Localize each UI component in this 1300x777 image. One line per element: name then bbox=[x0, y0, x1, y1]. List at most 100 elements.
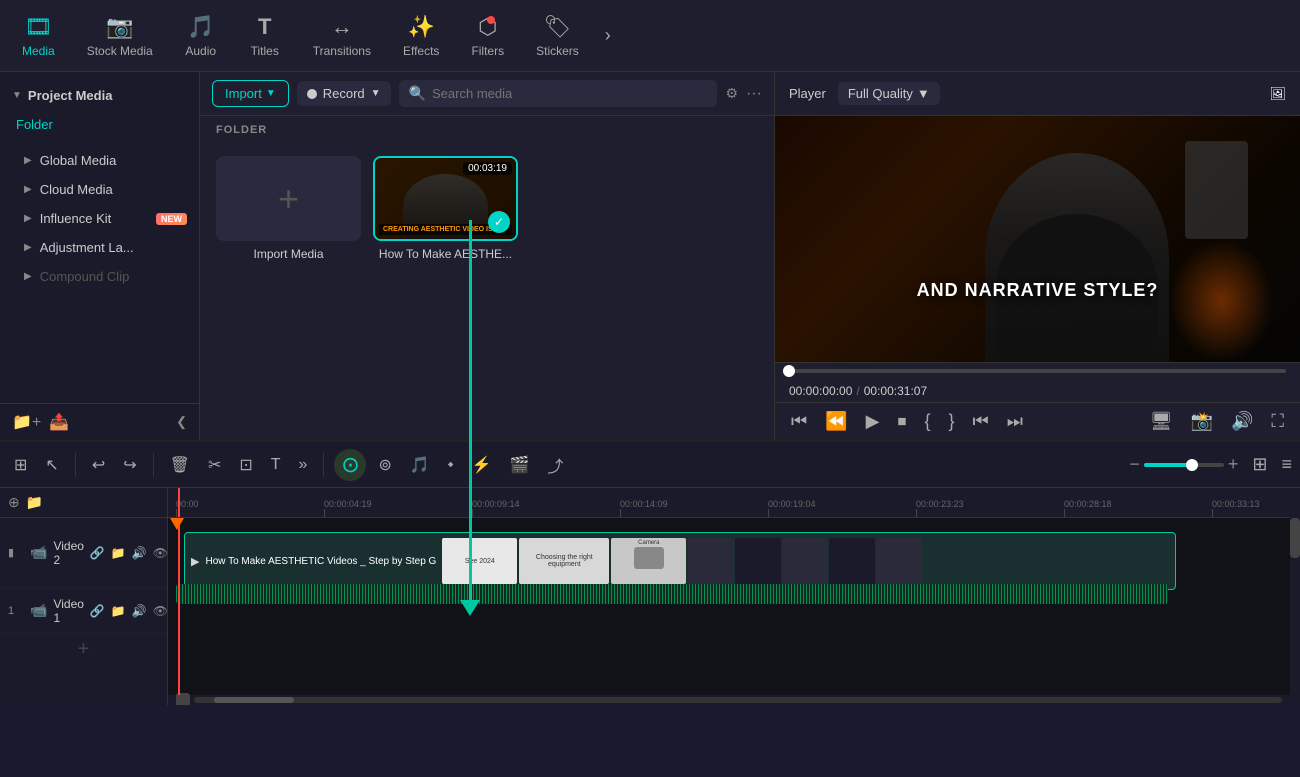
grid-view-button[interactable]: ⊞ bbox=[1252, 454, 1267, 475]
monitor-button[interactable]: 🖥 bbox=[1148, 409, 1175, 434]
volume-button[interactable]: 🔊 bbox=[1229, 409, 1255, 434]
delete-button[interactable]: 🗑 bbox=[164, 451, 196, 479]
bracket-left-button[interactable]: { bbox=[922, 409, 932, 434]
more-options-icon[interactable]: ··· bbox=[746, 85, 762, 103]
undo-button[interactable]: ↩ bbox=[86, 451, 111, 479]
dark-frame-2 bbox=[735, 538, 781, 584]
progress-bar[interactable] bbox=[789, 369, 1286, 373]
player-screenshot-icon[interactable]: 🖼 bbox=[1269, 86, 1286, 102]
collapse-sidebar-button[interactable]: ❮ bbox=[176, 414, 187, 430]
track-link-button[interactable]: 🔗 bbox=[90, 546, 105, 560]
video-clip-2[interactable]: ▶ How To Make AESTHETIC Videos _ Step by… bbox=[184, 532, 1176, 590]
marker-button[interactable]: ⬩ bbox=[442, 452, 460, 478]
add-track-area[interactable]: + bbox=[0, 634, 167, 664]
stop-button[interactable]: ⏹ bbox=[895, 409, 908, 434]
sidebar-item-adjustment-layer[interactable]: ▶ Adjustment La... bbox=[0, 233, 199, 262]
crop-button[interactable]: ⊡ bbox=[233, 451, 258, 479]
stickers-icon: 🏷 bbox=[543, 14, 571, 40]
zoom-slider[interactable] bbox=[1144, 463, 1224, 467]
bottom-scroll-thumb[interactable] bbox=[214, 697, 294, 703]
audio-wave bbox=[176, 584, 1168, 604]
audio-button[interactable]: 🎵 bbox=[404, 451, 436, 479]
toolbar-audio[interactable]: 🎵 Audio bbox=[171, 8, 231, 64]
bracket-right-button[interactable]: } bbox=[946, 409, 956, 434]
top-toolbar: 🎞 Media 📷 Stock Media 🎵 Audio T Titles ↔… bbox=[0, 0, 1300, 72]
track-mute-button[interactable]: 🔊 bbox=[132, 546, 147, 560]
track-mute-button[interactable]: 🔊 bbox=[132, 604, 147, 618]
list-view-button[interactable]: ≡ bbox=[1281, 454, 1292, 475]
frame-2: Choosing the right equipment bbox=[519, 538, 609, 584]
play-button[interactable]: ▶ bbox=[864, 409, 882, 434]
sidebar-item-influence-kit[interactable]: ▶ Influence Kit NEW bbox=[0, 204, 199, 233]
toolbar-filters[interactable]: ⬡ Filters bbox=[457, 8, 518, 64]
clip-button[interactable]: 🎬 bbox=[503, 451, 535, 479]
export-button[interactable]: ⤴ bbox=[541, 449, 569, 481]
sidebar-item-cloud-media[interactable]: ▶ Cloud Media bbox=[0, 175, 199, 204]
clip-frames: See 2024 Choosing the right equipment Ca… bbox=[442, 538, 1175, 584]
time-display-bar: 00:00:00:00 / 00:00:31:07 bbox=[775, 379, 1300, 402]
toolbar-effects[interactable]: ✨ Effects bbox=[389, 8, 453, 64]
text-button[interactable]: T bbox=[265, 452, 287, 478]
player-panel: Player Full Quality ▼ 🖼 bbox=[775, 72, 1300, 440]
audio-waveform-track[interactable] bbox=[176, 584, 1168, 604]
zoom-in-button[interactable]: + bbox=[1228, 454, 1239, 475]
search-box[interactable]: 🔍 bbox=[399, 80, 718, 107]
audio-track-area bbox=[168, 584, 1290, 608]
split-view-button[interactable]: ⊞ bbox=[8, 451, 33, 479]
sidebar-item-compound-clip[interactable]: ▶ Compound Clip bbox=[0, 262, 199, 291]
search-input[interactable] bbox=[432, 86, 707, 101]
track-folder-button[interactable]: 📁 bbox=[111, 604, 126, 618]
track-link-button[interactable]: 🔗 bbox=[90, 604, 105, 618]
add-folder-button[interactable]: 📁+ bbox=[12, 412, 41, 432]
quality-select[interactable]: Full Quality ▼ bbox=[838, 82, 940, 105]
track-eye-button[interactable]: 👁 bbox=[153, 604, 168, 618]
bottom-scroll-track[interactable] bbox=[194, 697, 1282, 703]
track-eye-button[interactable]: 👁 bbox=[153, 546, 168, 560]
ripple-button[interactable]: ⊚ bbox=[372, 451, 397, 479]
toolbar-stock-media[interactable]: 📷 Stock Media bbox=[73, 8, 167, 64]
progress-handle[interactable] bbox=[783, 365, 795, 377]
zoom-out-button[interactable]: − bbox=[1129, 454, 1140, 475]
toolbar-stickers[interactable]: 🏷 Stickers bbox=[522, 8, 593, 64]
left-marker[interactable] bbox=[170, 518, 184, 530]
next-marker-button[interactable]: ⏭ bbox=[1005, 409, 1025, 434]
import-media-thumb[interactable]: + bbox=[216, 156, 361, 241]
filter-icon[interactable]: ⚙ bbox=[725, 85, 738, 102]
scrollbar-thumb[interactable] bbox=[1290, 518, 1300, 558]
toolbar-more-button[interactable]: › bbox=[597, 25, 619, 46]
media-toolbar: Import ▼ Record ▼ 🔍 ⚙ ··· bbox=[200, 72, 774, 116]
toolbar-media[interactable]: 🎞 Media bbox=[8, 8, 69, 64]
video-media-label: How To Make AESTHE... bbox=[379, 247, 512, 261]
add-track-button[interactable]: ⊕ bbox=[8, 494, 20, 511]
more-tools-button[interactable]: » bbox=[293, 452, 314, 478]
vertical-scrollbar[interactable] bbox=[1290, 488, 1300, 705]
track-options-button[interactable]: 📁 bbox=[26, 494, 43, 511]
folder-out-button[interactable]: 📤 bbox=[49, 412, 69, 432]
special-tool-button[interactable]: ⊙ bbox=[334, 449, 366, 481]
record-button[interactable]: Record ▼ bbox=[297, 81, 391, 106]
import-media-item[interactable]: + Import Media bbox=[216, 156, 361, 428]
prev-marker-button[interactable]: ⏮ bbox=[971, 409, 991, 434]
cut-button[interactable]: ✂ bbox=[202, 451, 227, 479]
screenshot-button[interactable]: 📸 bbox=[1189, 409, 1215, 434]
zoom-handle[interactable] bbox=[1186, 459, 1198, 471]
skip-back-button[interactable]: ⏮ bbox=[789, 409, 809, 434]
fullscreen-button[interactable]: ⛶ bbox=[1269, 409, 1286, 434]
sidebar-folder-item[interactable]: Folder bbox=[0, 111, 199, 138]
timeline-bottom-scroll[interactable] bbox=[168, 695, 1290, 705]
video-media-item[interactable]: CREATING AESTHETIC VIDEO IS... 00:03:19 … bbox=[373, 156, 518, 428]
select-tool-button[interactable]: ↖ bbox=[39, 451, 64, 479]
toolbar-transitions[interactable]: ↔ Transitions bbox=[299, 8, 385, 64]
frame-back-button[interactable]: ⏪ bbox=[823, 409, 849, 434]
import-button[interactable]: Import ▼ bbox=[212, 80, 289, 107]
track-folder-button[interactable]: 📁 bbox=[111, 546, 126, 560]
video-media-thumb[interactable]: CREATING AESTHETIC VIDEO IS... 00:03:19 … bbox=[373, 156, 518, 241]
arrow-line bbox=[469, 220, 472, 600]
sidebar-project-media-header[interactable]: ▼ Project Media bbox=[0, 80, 199, 111]
chevron-right-icon: ▶ bbox=[24, 213, 32, 224]
ruler-mark-0: 00:00 bbox=[176, 499, 324, 517]
sidebar-item-global-media[interactable]: ▶ Global Media bbox=[0, 146, 199, 175]
redo-button[interactable]: ↪ bbox=[117, 451, 142, 479]
timeline-playhead[interactable] bbox=[178, 488, 180, 517]
toolbar-titles[interactable]: T Titles bbox=[235, 8, 295, 64]
